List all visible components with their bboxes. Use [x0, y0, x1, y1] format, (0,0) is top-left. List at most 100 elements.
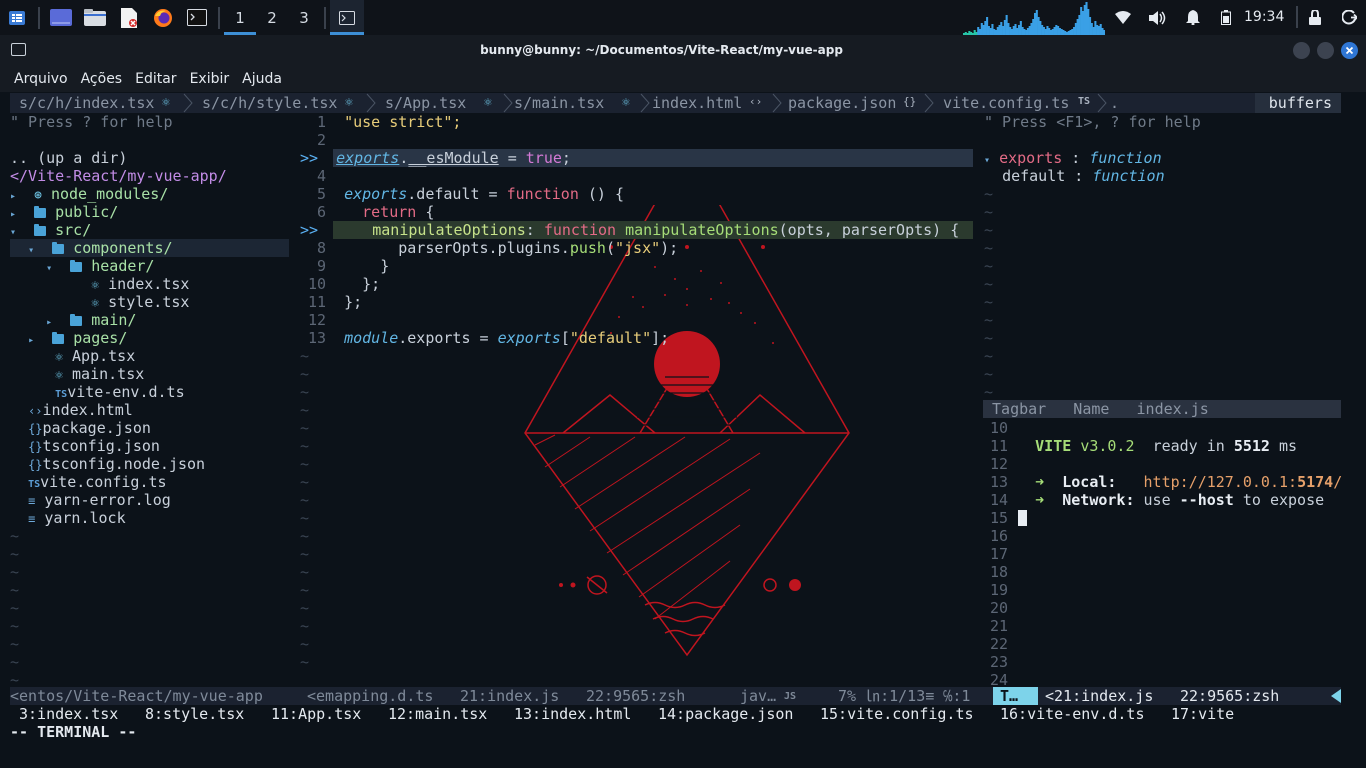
lock-icon[interactable]	[1306, 0, 1324, 35]
maximize-button[interactable]	[1317, 42, 1334, 59]
status-right-buffer-21[interactable]: <21:index.js	[1045, 687, 1153, 705]
tree-item-label: App.tsx	[72, 347, 136, 365]
tree-item-yarn-lock[interactable]: ≡ yarn.lock	[10, 509, 126, 527]
text-editor-icon[interactable]	[112, 0, 146, 35]
app-menu-icon[interactable]	[0, 0, 34, 35]
code-line-3[interactable]: >> exports.__esModule = true;	[300, 149, 571, 167]
status-right-buffer-22[interactable]: 22:9565:zsh	[1180, 687, 1279, 705]
tagbar-tag-default[interactable]: default : function	[984, 167, 1165, 185]
terminal-line-numbers: 20	[990, 599, 1008, 617]
status-buffer-22[interactable]: 22:9565:zsh	[586, 687, 685, 705]
firefox-icon[interactable]	[146, 0, 180, 35]
tree-item-index-html[interactable]: ‹›index.html	[10, 401, 133, 419]
tree-item-yarn-error[interactable]: ≡ yarn-error.log	[10, 491, 171, 509]
menu-arquivo[interactable]: Arquivo	[14, 71, 68, 87]
code-line-2[interactable]: 2	[300, 131, 326, 149]
tree-item-pages[interactable]: ▸ pages/	[10, 329, 127, 347]
tree-item-main[interactable]: ▸ main/	[10, 311, 136, 329]
tree-item-main-tsx[interactable]: ⚛ main.tsx	[10, 365, 144, 383]
terminal-area[interactable]: s/c/h/index.tsx s/c/h/style.tsx s/App.ts…	[0, 92, 1366, 768]
nerdtree-root[interactable]: </Vite-React/my-vue-app/	[10, 167, 227, 185]
menu-editar[interactable]: Editar	[135, 71, 176, 87]
buffer-15[interactable]: 15:vite.config.ts	[820, 705, 974, 723]
nerdtree-up-dir[interactable]: .. (up a dir)	[10, 149, 127, 167]
buffer-8[interactable]: 8:style.tsx	[145, 705, 244, 723]
taskbar-terminal-button[interactable]	[330, 0, 364, 35]
tab-package-json[interactable]: package.json	[788, 94, 896, 112]
tagbar-tag-exports[interactable]: ▾ exports : function	[984, 149, 1162, 167]
tab-index-html[interactable]: index.html	[652, 94, 742, 112]
cpu-graph-bar	[1034, 13, 1037, 35]
tab-style-tsx[interactable]: s/c/h/style.tsx	[202, 94, 337, 112]
code-line-10[interactable]: 10 };	[300, 275, 380, 293]
volume-icon[interactable]	[1147, 0, 1169, 35]
file-manager-icon[interactable]	[78, 0, 112, 35]
code-line-12[interactable]: 12	[300, 311, 326, 329]
cpu-graph-bar	[1090, 23, 1093, 35]
notification-bell-icon[interactable]	[1183, 0, 1203, 35]
wifi-icon[interactable]	[1112, 0, 1134, 35]
code-line-9[interactable]: 9 }	[300, 257, 389, 275]
tab-main-tsx[interactable]: s/main.tsx	[514, 94, 604, 112]
tree-item-components[interactable]: ▾ components/	[10, 239, 289, 257]
tab-dot[interactable]: .	[1110, 94, 1119, 112]
tree-item-app-tsx[interactable]: ⚛ App.tsx	[10, 347, 135, 365]
title-bar[interactable]: bunny@bunny: ~/Documentos/Vite-React/my-…	[0, 35, 1366, 65]
terminal-cursor-line[interactable]: 15	[990, 509, 1028, 527]
close-button[interactable]	[1341, 42, 1358, 59]
tree-item-public[interactable]: ▸ public/	[10, 203, 118, 221]
vite-network-line[interactable]: 14 ➜ Network: use --host to expose	[990, 491, 1324, 509]
desktop-icon[interactable]	[44, 0, 78, 35]
empty-line-markers: ~ ~ ~ ~ ~ ~ ~ ~ ~ ~ ~ ~ ~ ~ ~ ~ ~ ~	[300, 347, 310, 671]
tree-item-vite-env[interactable]: TSvite-env.d.ts	[10, 383, 184, 401]
buffer-3[interactable]: 3:index.tsx	[19, 705, 118, 723]
menu-exibir[interactable]: Exibir	[190, 71, 230, 87]
tab-index-tsx[interactable]: s/c/h/index.tsx	[19, 94, 154, 112]
code-line-4[interactable]: 4	[300, 167, 326, 185]
vite-ready-line[interactable]: 11 VITE v3.0.2 ready in 5512 ms	[990, 437, 1297, 455]
minimize-button[interactable]	[1293, 42, 1310, 59]
code-line-13[interactable]: 13 module.exports = exports["default"];	[300, 329, 669, 347]
terminal-icon[interactable]	[180, 0, 214, 35]
workspace-3[interactable]: 3	[288, 0, 320, 35]
buffer-12[interactable]: 12:main.tsx	[388, 705, 487, 723]
status-buffer-21[interactable]: 21:index.js	[460, 687, 559, 705]
tree-item-src[interactable]: ▾ src/	[10, 221, 91, 239]
workspace-2[interactable]: 2	[256, 0, 288, 35]
tree-item-header[interactable]: ▾ header/	[10, 257, 154, 275]
tree-item-tsconfig-node[interactable]: {}tsconfig.node.json	[10, 455, 205, 473]
code-line-11[interactable]: 11 };	[300, 293, 362, 311]
logout-icon[interactable]	[1338, 0, 1360, 35]
tree-item-header-index[interactable]: ⚛ index.tsx	[10, 275, 189, 293]
buffer-16[interactable]: 16:vite-env.d.ts	[1000, 705, 1145, 723]
code-line-6[interactable]: 6 return {	[300, 203, 434, 221]
local-url[interactable]: http://127.0.0.1:	[1144, 473, 1298, 491]
code-line-5[interactable]: 5 exports.default = function () {	[300, 185, 624, 203]
cpu-graph-bar	[1009, 27, 1012, 35]
buffer-14[interactable]: 14:package.json	[658, 705, 793, 723]
clock[interactable]: 19:34	[1244, 9, 1284, 25]
panel-separator	[218, 6, 220, 29]
status-buffer-remap[interactable]: <emapping.d.ts	[307, 687, 433, 705]
menu-acoes[interactable]: Ações	[81, 71, 123, 87]
battery-icon[interactable]	[1217, 0, 1235, 35]
code-line-1[interactable]: 1 "use strict";	[300, 113, 462, 131]
code-line-7[interactable]: >> manipulateOptions: function manipulat…	[300, 221, 959, 239]
buffer-17[interactable]: 17:vite	[1171, 705, 1234, 723]
tab-app-tsx[interactable]: s/App.tsx	[385, 94, 466, 112]
cpu-graph-bar	[1018, 25, 1021, 35]
tree-item-tsconfig[interactable]: {}tsconfig.json	[10, 437, 160, 455]
buffer-13[interactable]: 13:index.html	[514, 705, 631, 723]
code-line-8[interactable]: 8 parserOpts.plugins.push("jsx");	[300, 239, 678, 257]
tree-item-label: index.html	[42, 401, 133, 419]
tree-item-node-modules[interactable]: ▸ ⊛ node_modules/	[10, 185, 168, 203]
tab-vite-config[interactable]: vite.config.ts	[943, 94, 1069, 112]
vite-local-line[interactable]: 13 ➜ Local: http://127.0.0.1:5174/	[990, 473, 1342, 491]
buffers-label[interactable]: buffers	[1254, 93, 1341, 113]
menu-ajuda[interactable]: Ajuda	[242, 71, 282, 87]
tree-item-header-style[interactable]: ⚛ style.tsx	[10, 293, 189, 311]
buffer-11[interactable]: 11:App.tsx	[271, 705, 361, 723]
tree-item-vite-config[interactable]: TSvite.config.ts	[10, 473, 166, 491]
workspace-1[interactable]: 1	[224, 0, 256, 35]
tree-item-package-json[interactable]: {}package.json	[10, 419, 151, 437]
